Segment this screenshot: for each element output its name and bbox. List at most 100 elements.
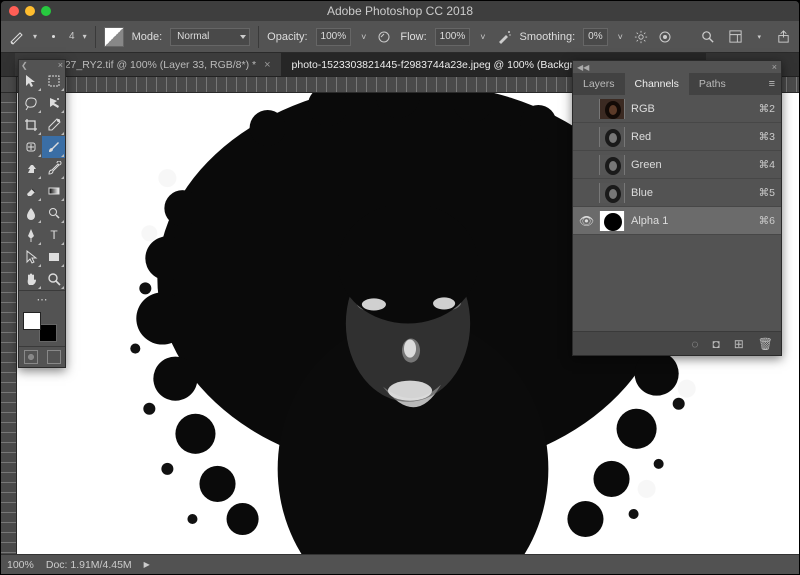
panel-menu-icon[interactable]: ≡ xyxy=(763,73,781,95)
channel-thumbnail xyxy=(599,155,625,175)
doc-info[interactable]: Doc: 1.91M/4.45M xyxy=(46,559,132,571)
blend-mode-select[interactable]: Normal xyxy=(170,28,250,46)
minimize-window-button[interactable] xyxy=(25,6,35,16)
collapse-icon[interactable]: ❮ xyxy=(21,61,28,70)
search-icon[interactable] xyxy=(699,29,715,45)
hand-tool[interactable] xyxy=(19,268,42,290)
smoothing-input[interactable]: 0% xyxy=(583,28,607,46)
eyedropper-tool[interactable] xyxy=(42,114,65,136)
chevron-down-icon[interactable]: ▾ xyxy=(83,32,87,41)
flow-input[interactable]: 100% xyxy=(435,28,471,46)
status-bar: 100% Doc: 1.91M/4.45M ▶ xyxy=(1,554,799,574)
tab-layers[interactable]: Layers xyxy=(573,73,625,95)
channel-thumbnail xyxy=(599,99,625,119)
channel-row[interactable]: Green⌘4 xyxy=(573,151,781,179)
flow-label: Flow: xyxy=(400,31,426,43)
channel-row[interactable]: Blue ⌘5 xyxy=(573,179,781,207)
chevron-down-icon[interactable]: ˅ xyxy=(616,32,625,42)
gradient-tool[interactable] xyxy=(42,180,65,202)
chevron-right-icon[interactable]: ▶ xyxy=(144,560,150,569)
channel-name: Alpha 1 xyxy=(631,215,753,227)
eraser-tool[interactable] xyxy=(19,180,42,202)
pressure-opacity-icon[interactable] xyxy=(376,29,392,45)
channel-name: Blue xyxy=(631,187,753,199)
channel-shortcut: ⌘4 xyxy=(759,159,775,171)
airbrush-icon[interactable] xyxy=(496,29,512,45)
close-icon[interactable]: × xyxy=(772,62,777,72)
screen-mode-icon[interactable] xyxy=(47,350,61,364)
channel-row[interactable]: Red⌘3 xyxy=(573,123,781,151)
tool-preset-icon[interactable] xyxy=(9,29,25,45)
chevron-down-icon[interactable]: ▾ xyxy=(33,32,37,41)
type-tool[interactable]: T xyxy=(42,224,65,246)
ruler-origin[interactable] xyxy=(1,77,17,93)
channels-panel[interactable]: ◀◀ × Layers Channels Paths ≡ RGB⌘2Red⌘3G… xyxy=(572,60,782,356)
panel-tabs: Layers Channels Paths ≡ xyxy=(573,73,781,95)
background-color-swatch[interactable] xyxy=(39,324,57,342)
vertical-ruler[interactable] xyxy=(1,93,17,554)
mode-label: Mode: xyxy=(132,31,163,43)
artboard-tool[interactable] xyxy=(42,70,65,92)
quick-mask-icon[interactable] xyxy=(24,350,38,364)
crop-tool[interactable] xyxy=(19,114,42,136)
chevron-down-icon[interactable]: ˅ xyxy=(359,32,368,42)
channel-row[interactable]: 👁Alpha 1⌘6 xyxy=(573,207,781,235)
delete-channel-icon[interactable]: 🗑 xyxy=(758,337,773,351)
channel-thumbnail xyxy=(599,183,625,203)
options-bar: ▾ 4 ▾ Mode: Normal Opacity: 100% ˅ Flow:… xyxy=(1,21,799,53)
pressure-size-icon[interactable] xyxy=(657,29,673,45)
brush-size-value[interactable]: 4 xyxy=(69,31,75,42)
chevron-down-icon[interactable]: ˅ xyxy=(478,32,487,42)
clone-stamp-tool[interactable] xyxy=(19,158,42,180)
channel-name: Red xyxy=(631,131,753,143)
svg-text:T: T xyxy=(50,228,58,242)
close-window-button[interactable] xyxy=(9,6,19,16)
traffic-lights xyxy=(9,6,51,16)
macos-titlebar: Adobe Photoshop CC 2018 xyxy=(1,1,799,21)
lasso-tool[interactable] xyxy=(19,92,42,114)
quick-select-tool[interactable] xyxy=(42,92,65,114)
save-selection-icon[interactable]: ◘ xyxy=(712,337,719,351)
new-channel-icon[interactable]: ⊞ xyxy=(734,337,744,351)
channel-shortcut: ⌘2 xyxy=(759,103,775,115)
path-select-tool[interactable] xyxy=(19,246,42,268)
smoothing-label: Smoothing: xyxy=(520,31,576,43)
rectangle-tool[interactable] xyxy=(42,246,65,268)
close-icon[interactable]: × xyxy=(58,60,63,70)
chevron-down-icon[interactable]: ▾ xyxy=(755,33,763,41)
visibility-toggle[interactable]: 👁 xyxy=(579,214,593,228)
workspace-icon[interactable] xyxy=(727,29,743,45)
zoom-tool[interactable] xyxy=(42,268,65,290)
tab-paths[interactable]: Paths xyxy=(689,73,736,95)
panel-footer: ◌ ◘ ⊞ 🗑 xyxy=(573,331,781,355)
channel-thumbnail xyxy=(599,127,625,147)
history-brush-tool[interactable] xyxy=(42,158,65,180)
maximize-window-button[interactable] xyxy=(41,6,51,16)
zoom-level[interactable]: 100% xyxy=(7,559,34,571)
channel-shortcut: ⌘5 xyxy=(759,187,775,199)
collapse-icon[interactable]: ◀◀ xyxy=(577,63,589,72)
brush-preview-icon[interactable] xyxy=(45,29,61,45)
app-title: Adobe Photoshop CC 2018 xyxy=(1,4,799,18)
channel-list: RGB⌘2Red⌘3Green⌘4Blue⌘5👁Alpha 1⌘6 xyxy=(573,95,781,235)
move-tool[interactable] xyxy=(19,70,42,92)
tab-channels[interactable]: Channels xyxy=(625,73,689,95)
healing-brush-tool[interactable] xyxy=(19,136,42,158)
load-selection-icon[interactable]: ◌ xyxy=(691,337,698,351)
blur-tool[interactable] xyxy=(19,202,42,224)
opacity-input[interactable]: 100% xyxy=(316,28,352,46)
channel-row[interactable]: RGB⌘2 xyxy=(573,95,781,123)
close-icon[interactable]: × xyxy=(264,59,270,71)
dodge-tool[interactable] xyxy=(42,202,65,224)
brush-panel-button[interactable] xyxy=(104,27,124,47)
foreground-color-swatch[interactable] xyxy=(23,312,41,330)
channel-thumbnail xyxy=(599,211,625,231)
gear-icon[interactable] xyxy=(633,29,649,45)
color-swatches[interactable] xyxy=(23,312,57,342)
brush-tool[interactable] xyxy=(42,136,65,158)
share-icon[interactable] xyxy=(775,29,791,45)
tools-panel[interactable]: ❮ × T ⋯ xyxy=(18,59,66,368)
opacity-label: Opacity: xyxy=(267,31,307,43)
edit-toolbar-icon[interactable]: ⋯ xyxy=(37,293,48,306)
pen-tool[interactable] xyxy=(19,224,42,246)
